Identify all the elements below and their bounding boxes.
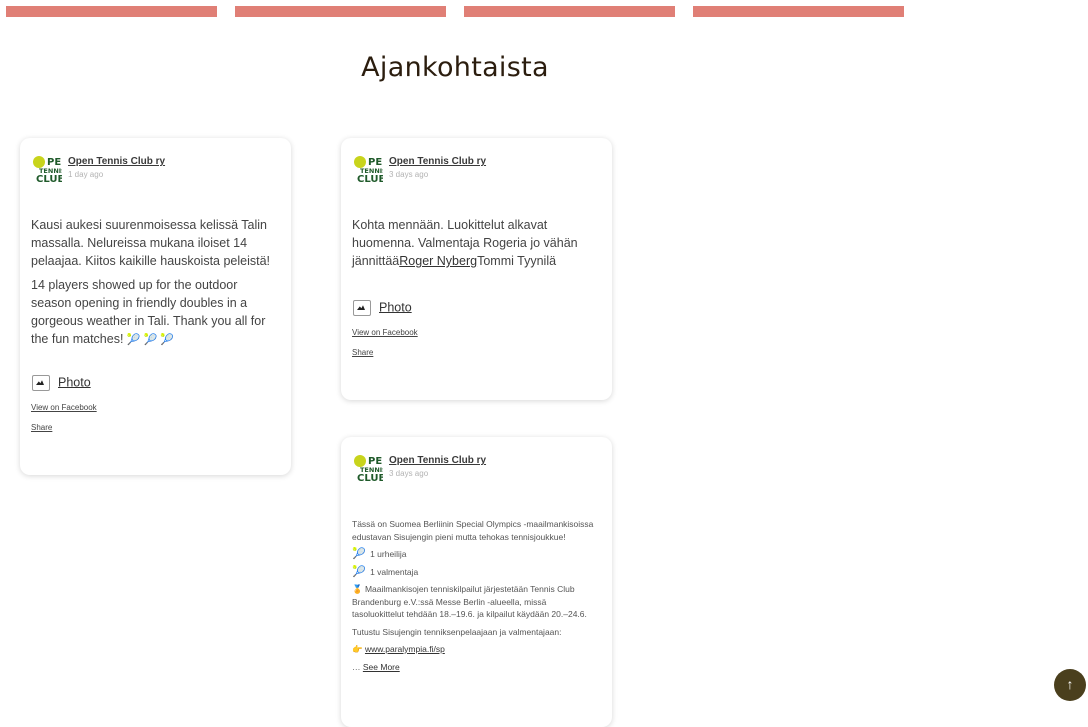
post-time: 3 days ago (389, 170, 429, 179)
url-link[interactable]: www.paralympia.fi/sp (365, 644, 445, 654)
club-logo-icon[interactable]: PEN TENNIS CLUB (32, 154, 62, 184)
post-author-link[interactable]: Open Tennis Club ry (68, 156, 165, 167)
mention-link[interactable]: Roger Nyberg (399, 254, 477, 268)
post-time: 3 days ago (389, 469, 429, 478)
post-card-3: PEN TENNIS CLUB Open Tennis Club ry 3 da… (341, 437, 612, 727)
share-link[interactable]: Share (352, 348, 373, 357)
post-time: 1 day ago (68, 170, 104, 179)
post-line: 🎾 1 urheilija (352, 548, 407, 560)
view-on-facebook-link[interactable]: View on Facebook (31, 403, 97, 412)
post-line: 🎾 1 valmentaja (352, 565, 419, 578)
svg-text:CLUB: CLUB (357, 473, 383, 483)
nav-item-1[interactable] (6, 6, 217, 17)
post-text: Tässä on Suomea Berliinin Special Olympi… (352, 518, 600, 678)
nav-item-4[interactable] (693, 6, 904, 17)
post-author-link[interactable]: Open Tennis Club ry (389, 455, 486, 466)
svg-text:CLUB: CLUB (357, 174, 383, 184)
post-paragraph-en: 14 players showed up for the outdoor sea… (31, 278, 266, 346)
post-venue: 🏅 Maailmankisojen tenniskilpailut järjes… (352, 584, 587, 619)
club-logo-icon[interactable]: PEN TENNIS CLUB (353, 154, 383, 184)
see-more-link[interactable]: See More (363, 662, 400, 672)
post-card-1: PEN TENNIS CLUB Open Tennis Club ry 1 da… (20, 138, 291, 475)
image-icon (353, 300, 371, 316)
post-paragraph-fi: Kausi aukesi suurenmoisessa kelissä Tali… (31, 218, 271, 268)
tennis-racket-icon: 🎾 (352, 548, 366, 560)
post-cta: Tutustu Sisujengin tenniksenpelaajaan ja… (352, 626, 562, 637)
svg-text:CLUB: CLUB (36, 174, 62, 184)
club-logo-icon[interactable]: PEN TENNIS CLUB (353, 453, 383, 483)
medal-icon: 🏅 (352, 584, 363, 594)
post-text: Kohta mennään. Luokittelut alkavat huome… (352, 218, 578, 268)
photo-link[interactable]: Photo (353, 300, 412, 316)
post-card-2: PEN TENNIS CLUB Open Tennis Club ry 3 da… (341, 138, 612, 400)
scroll-to-top-button[interactable]: ↑ (1054, 669, 1086, 701)
share-link[interactable]: Share (31, 423, 52, 432)
tennis-racket-icon: 🎾 (352, 565, 366, 578)
nav-item-2[interactable] (235, 6, 446, 17)
arrow-up-icon: ↑ (1066, 676, 1074, 692)
post-author-link[interactable]: Open Tennis Club ry (389, 156, 486, 167)
see-more-line: … See More (352, 661, 400, 672)
page-title: Ajankohtaista (361, 52, 549, 83)
pointing-hand-icon: 👉 (352, 644, 363, 654)
image-icon (32, 375, 50, 391)
nav-item-3[interactable] (464, 6, 675, 17)
post-intro: Tässä on Suomea Berliinin Special Olympi… (352, 519, 594, 542)
post-url-line: 👉 www.paralympia.fi/sp (352, 643, 600, 656)
photo-link[interactable]: Photo (32, 375, 91, 391)
view-on-facebook-link[interactable]: View on Facebook (352, 328, 418, 337)
tennis-racket-icon: 🎾 🎾 🎾 (126, 334, 175, 346)
post-text: Kausi aukesi suurenmoisessa kelissä Tali… (31, 216, 279, 355)
